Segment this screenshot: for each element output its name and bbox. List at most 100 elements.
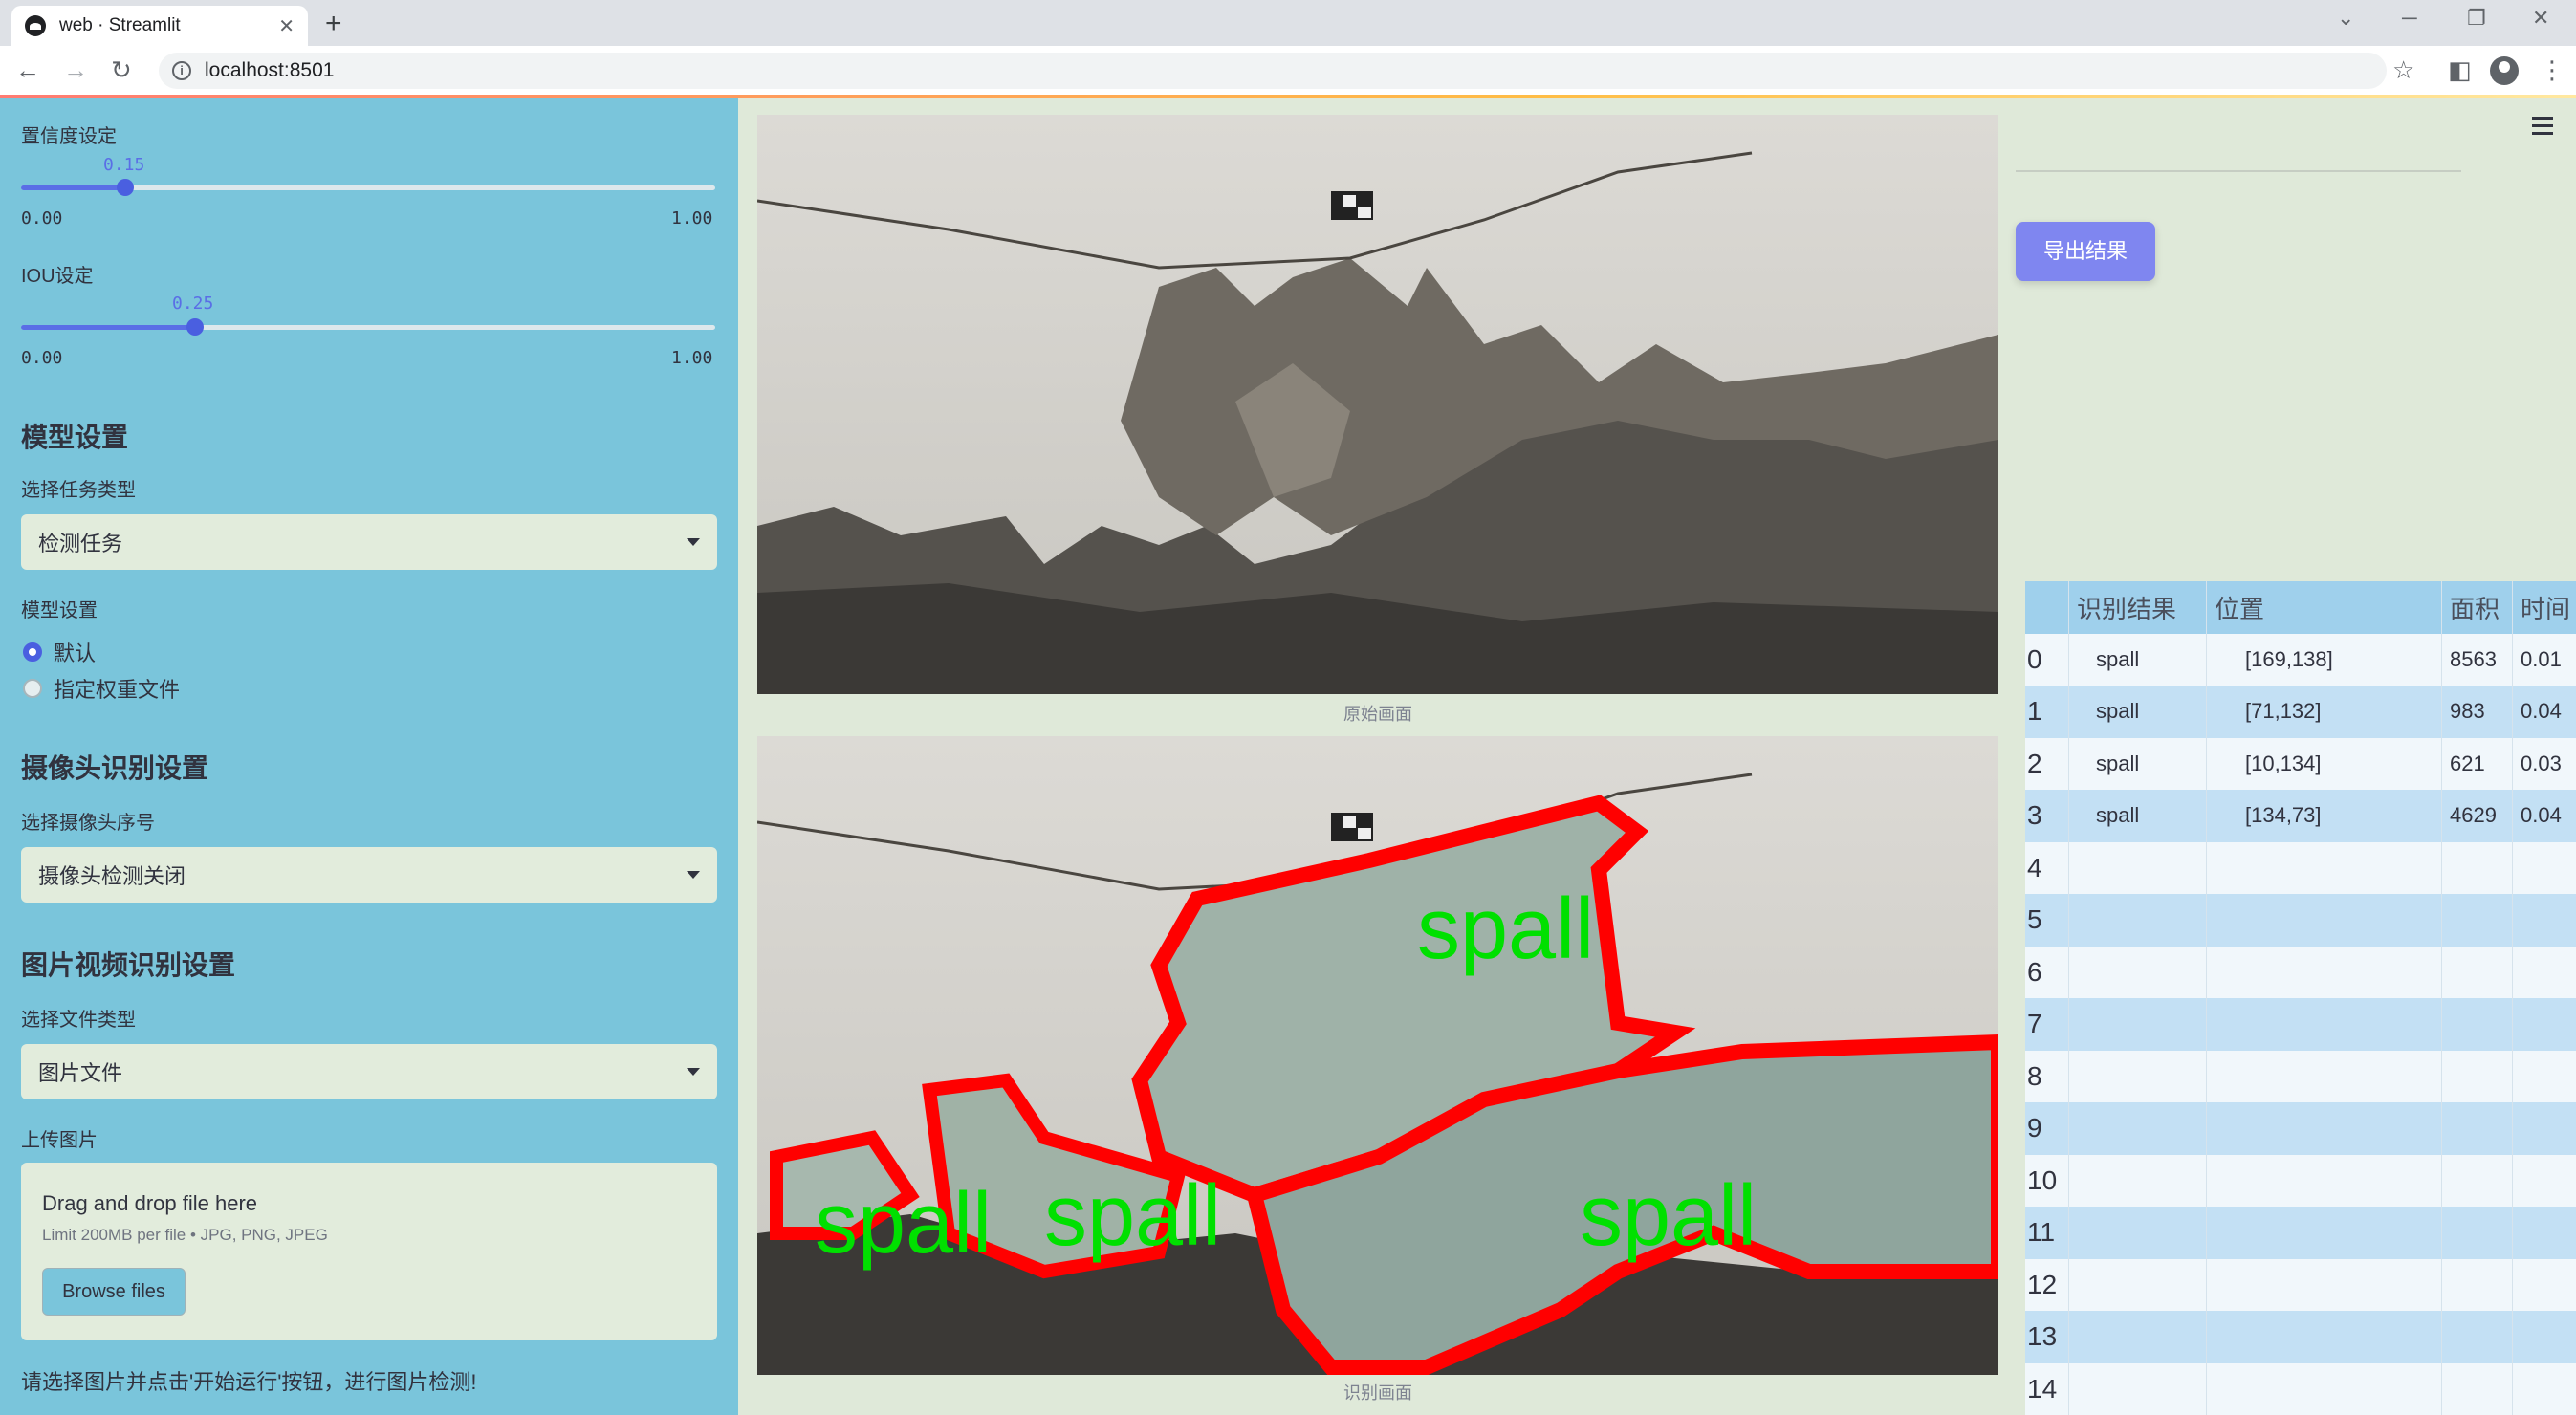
cell-position [2207,1050,2442,1102]
tab-close-icon[interactable]: ✕ [278,14,295,38]
url-text: localhost:8501 [205,59,335,81]
iou-label: IOU设定 [21,266,94,287]
header-area[interactable]: 面积 [2442,581,2513,634]
minimize-icon[interactable]: ─ [2402,6,2417,31]
task-type-label: 选择任务类型 [21,480,136,501]
chevron-down-icon [687,871,700,879]
cell-position [2207,1102,2442,1155]
forward-icon[interactable]: → [63,55,88,85]
tab-search-icon[interactable]: ⌄ [2337,6,2354,31]
result-image: spall spall spall spall [757,736,1998,1375]
cell-area [2442,1258,2513,1311]
table-row[interactable]: 7 [2025,998,2576,1051]
cell-position [2207,1362,2442,1415]
row-index: 13 [2025,1311,2069,1363]
cell-label [2069,1362,2207,1415]
cell-time [2513,1207,2576,1259]
cell-position [2207,998,2442,1051]
cell-position [2207,894,2442,947]
model-settings-header: 模型设置 [21,423,129,452]
table-row[interactable]: 9 [2025,1102,2576,1155]
dropzone-limit: Limit 200MB per file • JPG, PNG, JPEG [42,1226,328,1244]
camera-index-value: 摄像头检测关闭 [38,864,186,888]
media-settings-header: 图片视频识别设置 [21,950,236,980]
profile-avatar-icon[interactable] [2490,56,2519,85]
header-position[interactable]: 位置 [2207,581,2442,634]
cell-position: [71,132] [2207,686,2442,738]
browser-tab[interactable]: web · Streamlit ✕ [11,6,308,46]
confidence-slider[interactable] [21,179,715,196]
table-row[interactable]: 2 spall [10,134] 621 0.03 [2025,737,2576,790]
iou-slider[interactable] [21,318,715,336]
table-row[interactable]: 0 spall [169,138] 8563 0.01 [2025,633,2576,686]
chevron-down-icon [687,1068,700,1076]
file-type-select[interactable]: 图片文件 [21,1044,717,1099]
iou-slider-thumb[interactable] [186,318,204,336]
hamburger-menu-icon[interactable] [2532,117,2553,140]
cell-label: spall [2069,790,2207,842]
cell-area: 8563 [2442,633,2513,686]
bookmark-star-icon[interactable]: ☆ [2392,55,2414,85]
detection-label-2: spall [815,1176,992,1272]
chrome-menu-icon[interactable]: ⋮ [2540,55,2565,85]
reload-icon[interactable]: ↻ [111,55,132,85]
table-row[interactable]: 4 [2025,841,2576,894]
cell-area [2442,894,2513,947]
new-tab-icon[interactable]: + [325,8,342,40]
table-row[interactable]: 3 spall [134,73] 4629 0.04 [2025,790,2576,842]
row-index: 0 [2025,633,2069,686]
omnibox[interactable]: i localhost:8501 [159,53,2387,89]
header-time[interactable]: 时间 [2513,581,2576,634]
table-row[interactable]: 11 [2025,1207,2576,1259]
cell-time [2513,947,2576,999]
radio-default[interactable]: 默认 [23,637,96,667]
result-caption: 识别画面 [1343,1383,1412,1403]
export-results-button[interactable]: 导出结果 [2016,222,2155,281]
row-index: 2 [2025,737,2069,790]
table-row[interactable]: 8 [2025,1050,2576,1102]
window-close-icon[interactable]: ✕ [2532,6,2549,31]
row-index: 7 [2025,998,2069,1051]
cell-area [2442,1311,2513,1363]
cell-time: 0.03 [2521,751,2562,775]
original-image [757,115,1998,694]
cell-label [2069,841,2207,894]
cell-time: 0.04 [2521,803,2562,828]
confidence-slider-thumb[interactable] [116,179,134,196]
browse-files-button[interactable]: Browse files [42,1268,186,1316]
cell-time [2513,1311,2576,1363]
cell-position [2207,841,2442,894]
table-row[interactable]: 5 [2025,894,2576,947]
table-row[interactable]: 13 [2025,1311,2576,1363]
restore-icon[interactable]: ❐ [2467,6,2486,31]
table-row[interactable]: 10 [2025,1154,2576,1208]
table-row[interactable]: 6 [2025,946,2576,999]
file-dropzone[interactable]: Drag and drop file here Limit 200MB per … [21,1163,717,1340]
row-index: 1 [2025,686,2069,738]
back-icon[interactable]: ← [15,55,40,85]
cell-label [2069,998,2207,1051]
row-index: 6 [2025,946,2069,998]
radio-custom-weights[interactable]: 指定权重文件 [23,673,180,704]
row-index: 9 [2025,1102,2069,1155]
upload-hint: 请选择图片并点击'开始运行'按钮，进行图片检测! [21,1370,477,1394]
cell-position [2207,1258,2442,1311]
cell-time: 0.04 [2521,699,2562,724]
table-row[interactable]: 1 spall [71,132] 983 0.04 [2025,686,2576,738]
confidence-min: 0.00 [21,208,63,229]
tab-title: web · Streamlit [59,15,181,35]
table-row[interactable]: 14 [2025,1362,2576,1415]
header-label[interactable]: 识别结果 [2069,581,2207,634]
side-panel-icon[interactable]: ◧ [2448,55,2472,85]
row-index: 10 [2025,1154,2069,1207]
task-type-select[interactable]: 检测任务 [21,514,717,570]
detection-label-3: spall [1580,1168,1757,1264]
cell-time [2513,1155,2576,1208]
camera-index-select[interactable]: 摄像头检测关闭 [21,847,717,903]
site-info-icon[interactable]: i [172,61,191,80]
camera-settings-header: 摄像头识别设置 [21,753,209,783]
cell-label [2069,894,2207,947]
table-row[interactable]: 12 [2025,1258,2576,1311]
cell-area [2442,1207,2513,1259]
cell-area: 983 [2442,686,2513,738]
